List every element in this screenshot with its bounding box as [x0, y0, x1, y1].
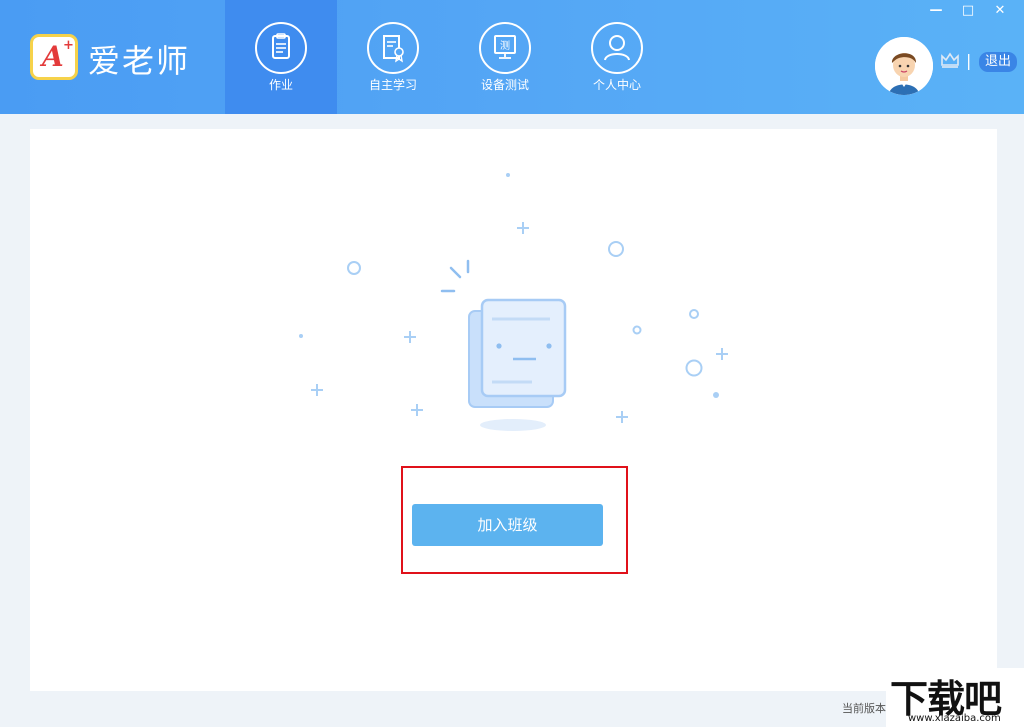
close-button[interactable]: ✕ [984, 2, 1016, 20]
top-bar: A + 爱老师 作业 自主学习 测 设备测试 个人中心 — □ ✕ | 退出 [0, 0, 1024, 114]
logout-button[interactable]: 退出 [979, 52, 1017, 72]
window-controls: — □ ✕ [920, 2, 1016, 20]
nav-label: 自主学习 [368, 78, 417, 92]
watermark-sub: www.xiazaiba.com [908, 713, 1001, 724]
nav-item-homework[interactable]: 作业 [225, 0, 337, 114]
certificate-icon [367, 22, 419, 74]
nav-label: 作业 [268, 78, 293, 92]
monitor-icon: 测 [479, 22, 531, 74]
clipboard-icon [255, 22, 307, 74]
nav-label: 个人中心 [592, 78, 641, 92]
main-nav: 作业 自主学习 测 设备测试 个人中心 [225, 0, 673, 114]
user-separator: | [966, 51, 972, 70]
logo-plus: + [63, 38, 74, 53]
nav-item-self-study[interactable]: 自主学习 [337, 0, 449, 114]
join-class-button[interactable]: 加入班级 [412, 504, 603, 546]
avatar-icon[interactable] [875, 37, 933, 95]
main-content [30, 129, 997, 691]
maximize-button[interactable]: □ [952, 2, 984, 20]
minimize-button[interactable]: — [920, 2, 952, 20]
site-watermark: 下载吧 www.xiazaiba.com [886, 668, 1024, 727]
logo-letter: A [42, 40, 64, 73]
nav-label: 设备测试 [480, 78, 529, 92]
empty-state-illustration [299, 173, 728, 431]
crown-icon[interactable] [940, 52, 960, 68]
app-name: 爱老师 [88, 42, 191, 80]
app-logo: A + [30, 34, 78, 80]
user-icon [591, 22, 643, 74]
version-label: 当前版本 [842, 702, 886, 715]
nav-item-device-test[interactable]: 测 设备测试 [449, 0, 561, 114]
monitor-icon-text: 测 [500, 39, 510, 52]
nav-item-profile[interactable]: 个人中心 [561, 0, 673, 114]
